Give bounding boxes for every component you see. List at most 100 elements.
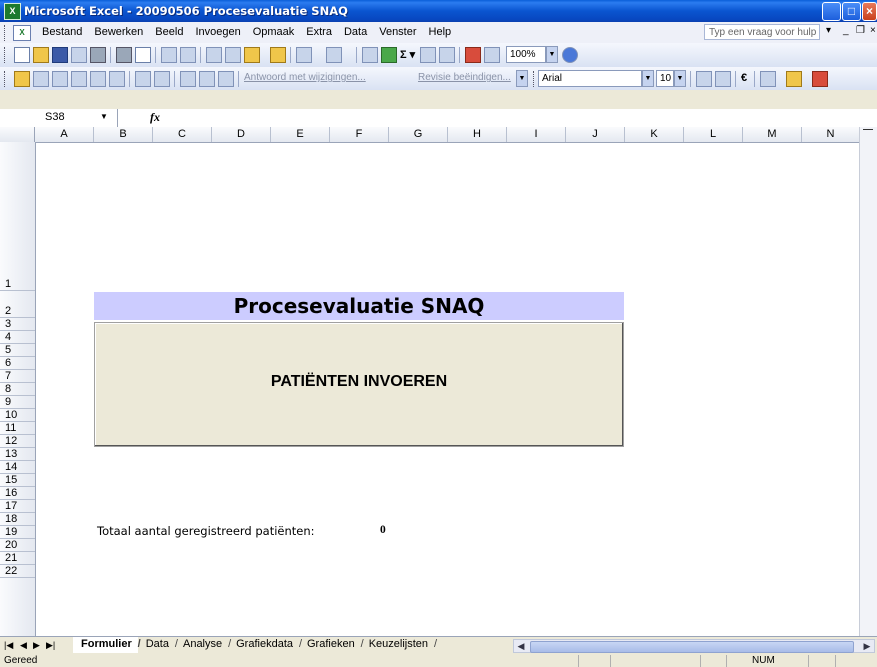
row-header[interactable]: 3 (0, 318, 35, 331)
toolbar-grip[interactable] (4, 71, 8, 87)
column-header[interactable]: D (212, 127, 271, 142)
undo-icon[interactable] (296, 47, 312, 63)
close-button[interactable]: × (862, 2, 877, 21)
spelling-icon[interactable] (161, 47, 177, 63)
menu-data[interactable]: Data (344, 26, 367, 38)
first-sheet-icon[interactable]: |◀ (4, 640, 13, 651)
column-header[interactable]: B (94, 127, 153, 142)
paste-icon[interactable] (244, 47, 260, 63)
column-header[interactable]: N (802, 127, 860, 142)
font-dropdown-icon[interactable]: ▼ (642, 70, 654, 87)
tab-grafiekdata[interactable]: Grafiekdata (228, 637, 302, 653)
toolbar-options-icon[interactable]: ▼ (516, 70, 528, 87)
tab-keuzelijsten[interactable]: Keuzelijsten (361, 637, 438, 653)
row-header[interactable]: 1 (0, 142, 35, 291)
name-box[interactable]: S38 ▼ (0, 109, 118, 127)
column-header[interactable]: A (35, 127, 94, 142)
autosum-icon[interactable] (381, 47, 397, 63)
row-header[interactable]: 16 (0, 487, 35, 500)
forward-icon[interactable] (71, 71, 87, 87)
column-header[interactable]: C (153, 127, 212, 142)
save-icon[interactable] (52, 47, 68, 63)
hyperlink-icon[interactable] (362, 47, 378, 63)
sort-ascending-icon[interactable] (420, 47, 436, 63)
help-search-input[interactable]: Typ een vraag voor hulp (704, 24, 820, 40)
font-size-dropdown-icon[interactable]: ▼ (674, 70, 686, 87)
track-changes-icon[interactable] (90, 71, 106, 87)
row-header[interactable]: 6 (0, 357, 35, 370)
copy-icon[interactable] (225, 47, 241, 63)
row-header[interactable]: 18 (0, 513, 35, 526)
last-sheet-icon[interactable]: ▶| (46, 640, 55, 651)
menu-invoegen[interactable]: Invoegen (195, 26, 240, 38)
sigma-icon[interactable]: Σ ▾ (400, 48, 415, 61)
help-dropdown-icon[interactable]: ▾ (826, 25, 831, 36)
select-all-corner[interactable] (0, 127, 35, 142)
tab-formulier[interactable]: Formulier (73, 637, 140, 653)
toolbar-grip[interactable] (533, 71, 537, 87)
reply-all-icon[interactable] (52, 71, 68, 87)
tab-data[interactable]: Data (138, 637, 179, 653)
column-header[interactable]: K (625, 127, 684, 142)
menu-opmaak[interactable]: Opmaak (253, 26, 295, 38)
menu-venster[interactable]: Venster (379, 26, 416, 38)
print-icon[interactable] (90, 47, 106, 63)
split-handle[interactable] (863, 129, 873, 132)
currency-button[interactable]: € (741, 72, 747, 84)
font-name-field[interactable]: Arial (538, 70, 642, 87)
toolbar-grip[interactable] (4, 25, 8, 41)
open-icon[interactable] (33, 47, 49, 63)
end-review-button[interactable]: Revisie beëindigen... (418, 72, 511, 83)
workbook-icon[interactable]: X (13, 25, 31, 41)
format-painter-icon[interactable] (270, 47, 286, 63)
menu-extra[interactable]: Extra (306, 26, 332, 38)
reply-icon[interactable] (33, 71, 49, 87)
scroll-left-icon[interactable]: ◀ (514, 640, 528, 652)
cut-icon[interactable] (206, 47, 222, 63)
tab-analyse[interactable]: Analyse (175, 637, 231, 653)
row-header[interactable]: 13 (0, 448, 35, 461)
horizontal-scrollbar[interactable]: ◀ ▶ (513, 639, 875, 653)
row-header[interactable]: 5 (0, 344, 35, 357)
row-header[interactable]: 7 (0, 370, 35, 383)
show-changes-icon[interactable] (109, 71, 125, 87)
print-preview-icon[interactable] (135, 47, 151, 63)
minimize-button[interactable]: _ (822, 2, 841, 22)
align-center-icon[interactable] (696, 71, 712, 87)
prev-sheet-icon[interactable]: ◀ (20, 640, 27, 651)
redo-icon[interactable] (326, 47, 342, 63)
quick-print-icon[interactable] (116, 47, 132, 63)
row-header[interactable]: 8 (0, 383, 35, 396)
zoom-field[interactable]: 100% (506, 46, 546, 63)
help-icon[interactable] (562, 47, 578, 63)
font-size-field[interactable]: 10 (656, 70, 674, 87)
add-patients-button[interactable]: PATIËNTEN INVOEREN (94, 322, 624, 447)
scroll-thumb[interactable] (530, 641, 854, 653)
ink-icon[interactable] (199, 71, 215, 87)
excel-icon[interactable]: X (4, 3, 21, 20)
permission-icon[interactable] (71, 47, 87, 63)
column-header[interactable]: J (566, 127, 625, 142)
maximize-button[interactable]: □ (842, 2, 861, 21)
merge-center-icon[interactable] (715, 71, 731, 87)
insert-function-icon[interactable]: fx (150, 110, 160, 125)
row-header[interactable]: 15 (0, 474, 35, 487)
borders-icon[interactable] (760, 71, 776, 87)
tab-grafieken[interactable]: Grafieken (299, 637, 363, 653)
row-header[interactable]: 2 (0, 291, 35, 318)
row-header[interactable]: 17 (0, 500, 35, 513)
row-header[interactable]: 19 (0, 526, 35, 539)
menu-bestand[interactable]: Bestand (42, 26, 82, 38)
fill-color-icon[interactable] (786, 71, 802, 87)
column-header[interactable]: L (684, 127, 743, 142)
row-header[interactable]: 21 (0, 552, 35, 565)
column-header[interactable]: G (389, 127, 448, 142)
new-icon[interactable] (14, 47, 30, 63)
drawing-icon[interactable] (484, 47, 500, 63)
name-box-dropdown-icon[interactable]: ▼ (100, 112, 108, 121)
row-header[interactable]: 11 (0, 422, 35, 435)
column-header[interactable]: H (448, 127, 507, 142)
row-header[interactable]: 20 (0, 539, 35, 552)
menu-beeld[interactable]: Beeld (155, 26, 183, 38)
scroll-right-icon[interactable]: ▶ (860, 640, 874, 652)
